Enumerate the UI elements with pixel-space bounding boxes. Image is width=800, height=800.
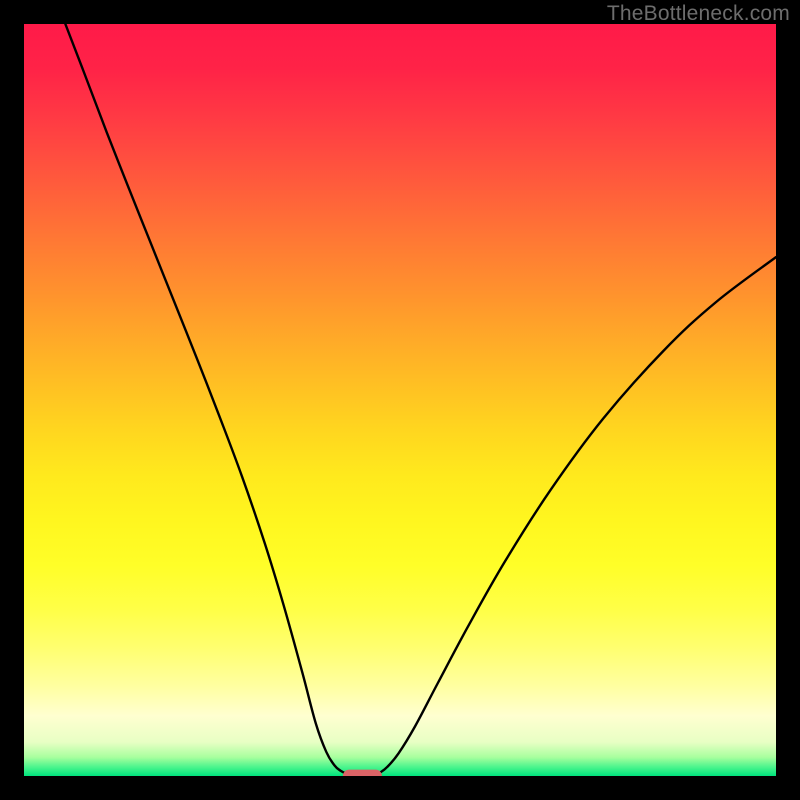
- chart-frame: [24, 24, 776, 776]
- watermark-text: TheBottleneck.com: [607, 2, 790, 26]
- chart-plot: [24, 24, 776, 776]
- bottom-pill: [343, 770, 382, 776]
- plot-background: [24, 24, 776, 776]
